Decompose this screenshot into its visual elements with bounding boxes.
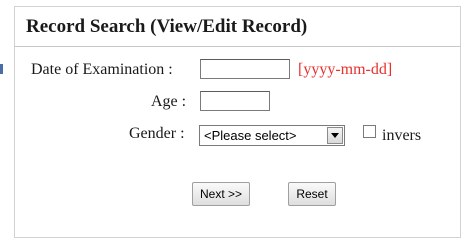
age-input[interactable]	[200, 91, 270, 111]
date-of-examination-input[interactable]	[200, 59, 290, 79]
gender-label: Gender :	[129, 125, 185, 142]
invers-checkbox[interactable]	[363, 125, 376, 138]
invers-label: invers	[382, 127, 422, 144]
left-edge-marker	[0, 64, 3, 74]
date-format-hint: [yyyy-mm-dd]	[298, 61, 393, 78]
title-divider	[14, 46, 461, 47]
gender-selected-value: <Please select>	[204, 128, 297, 143]
reset-button[interactable]: Reset	[288, 182, 336, 206]
next-button[interactable]: Next >>	[192, 182, 250, 206]
dropdown-arrow-icon[interactable]	[327, 127, 343, 144]
date-of-examination-label: Date of Examination :	[31, 61, 173, 78]
gender-select[interactable]: <Please select>	[199, 125, 345, 146]
age-label: Age :	[151, 93, 187, 110]
page-title: Record Search (View/Edit Record)	[26, 16, 308, 37]
